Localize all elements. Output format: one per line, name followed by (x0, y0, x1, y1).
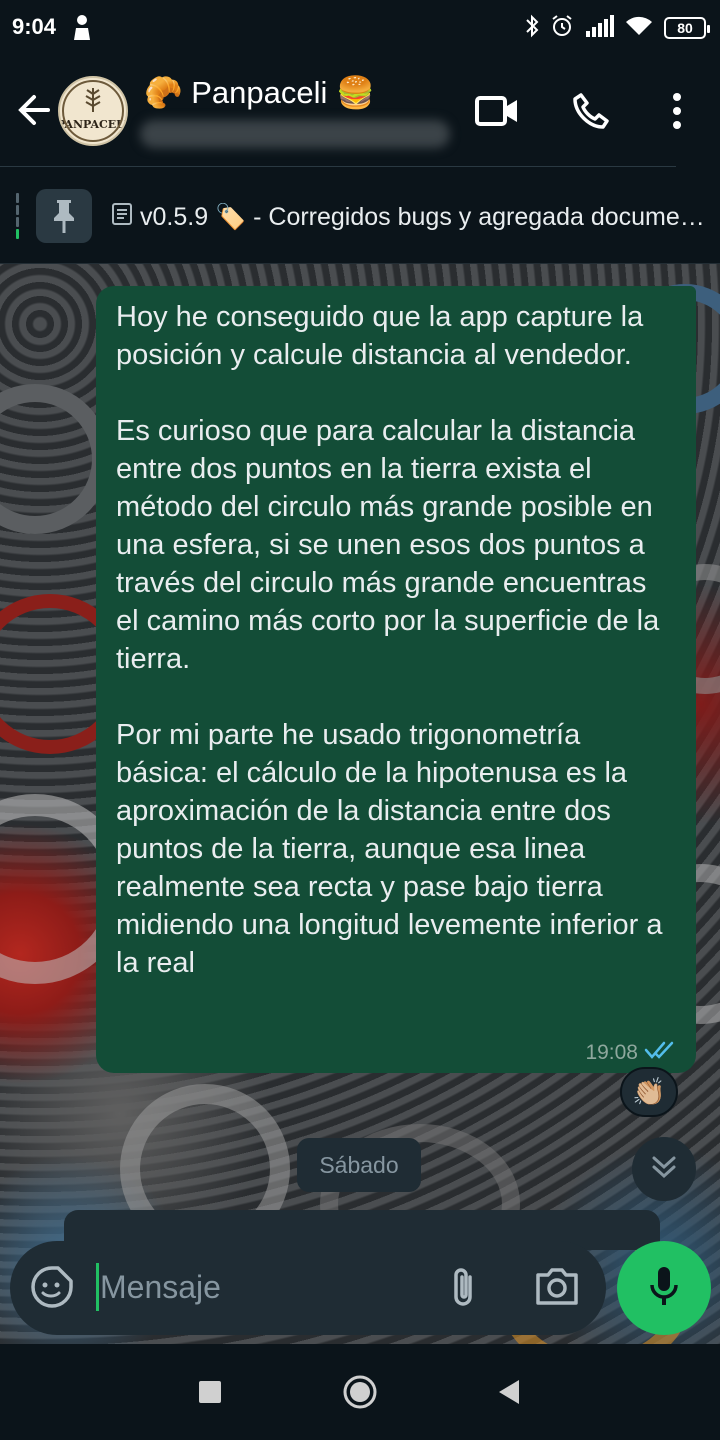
pinned-message-bar[interactable]: v0.5.9 🏷️ - Corregidos bugs y agregada d… (0, 167, 720, 264)
signal-icon (584, 14, 614, 42)
camera-icon[interactable] (534, 1265, 582, 1311)
chat-header: PANPACELI 🥐 Panpaceli 🍔 (0, 56, 720, 166)
back-arrow-icon[interactable] (14, 90, 54, 130)
message-input[interactable] (100, 1255, 430, 1319)
message-paragraph: Hoy he conseguido que la app capture la … (116, 301, 644, 371)
pinned-text: v0.5.9 🏷️ - Corregidos bugs y agregada d… (140, 203, 707, 231)
mic-button[interactable] (617, 1241, 711, 1335)
outgoing-message-bubble[interactable]: Hoy he conseguido que la app capture la … (96, 286, 696, 1073)
message-meta: 19:08 (585, 1040, 678, 1065)
system-nav-bar (0, 1344, 720, 1440)
document-icon (112, 203, 132, 232)
battery-icon: 80 (664, 17, 710, 39)
recents-icon[interactable] (190, 1372, 230, 1412)
message-paragraph: Por mi parte he usado trigonometría bási… (116, 719, 663, 979)
scroll-down-button[interactable] (632, 1137, 696, 1201)
status-bar: 9:04 80 (0, 0, 720, 56)
alarm-icon (550, 14, 574, 43)
wifi-icon (624, 15, 654, 42)
bluetooth-icon (524, 13, 540, 44)
status-time: 9:04 (12, 14, 57, 39)
message-time: 19:08 (585, 1040, 638, 1064)
avatar[interactable]: PANPACELI (58, 76, 128, 146)
reaction-badge[interactable]: 👏🏼 (620, 1067, 678, 1117)
pinned-message-text: v0.5.9 🏷️ - Corregidos bugs y agregada d… (112, 203, 707, 232)
mic-icon (648, 1265, 680, 1312)
phone-icon[interactable] (568, 88, 614, 134)
sticker-icon[interactable] (30, 1265, 76, 1311)
chat-subtitle-blurred (140, 120, 450, 148)
back-nav-icon[interactable] (488, 1372, 528, 1412)
message-paragraph: Es curioso que para calcular la distanci… (116, 415, 660, 675)
date-separator: Sábado (297, 1138, 421, 1192)
text-caret (96, 1263, 99, 1311)
chat-title[interactable]: 🥐 Panpaceli 🍔 (144, 74, 375, 111)
more-vert-icon[interactable] (654, 88, 700, 134)
person-icon (72, 14, 92, 45)
pin-indicator (16, 193, 19, 239)
attach-icon[interactable] (446, 1265, 486, 1311)
home-icon[interactable] (340, 1372, 380, 1412)
battery-level: 80 (677, 20, 693, 36)
video-call-icon[interactable] (474, 88, 520, 134)
read-ticks-icon (644, 1040, 678, 1065)
message-composer (10, 1241, 606, 1335)
chevrons-down-icon (649, 1152, 679, 1187)
pin-icon[interactable] (36, 189, 92, 243)
